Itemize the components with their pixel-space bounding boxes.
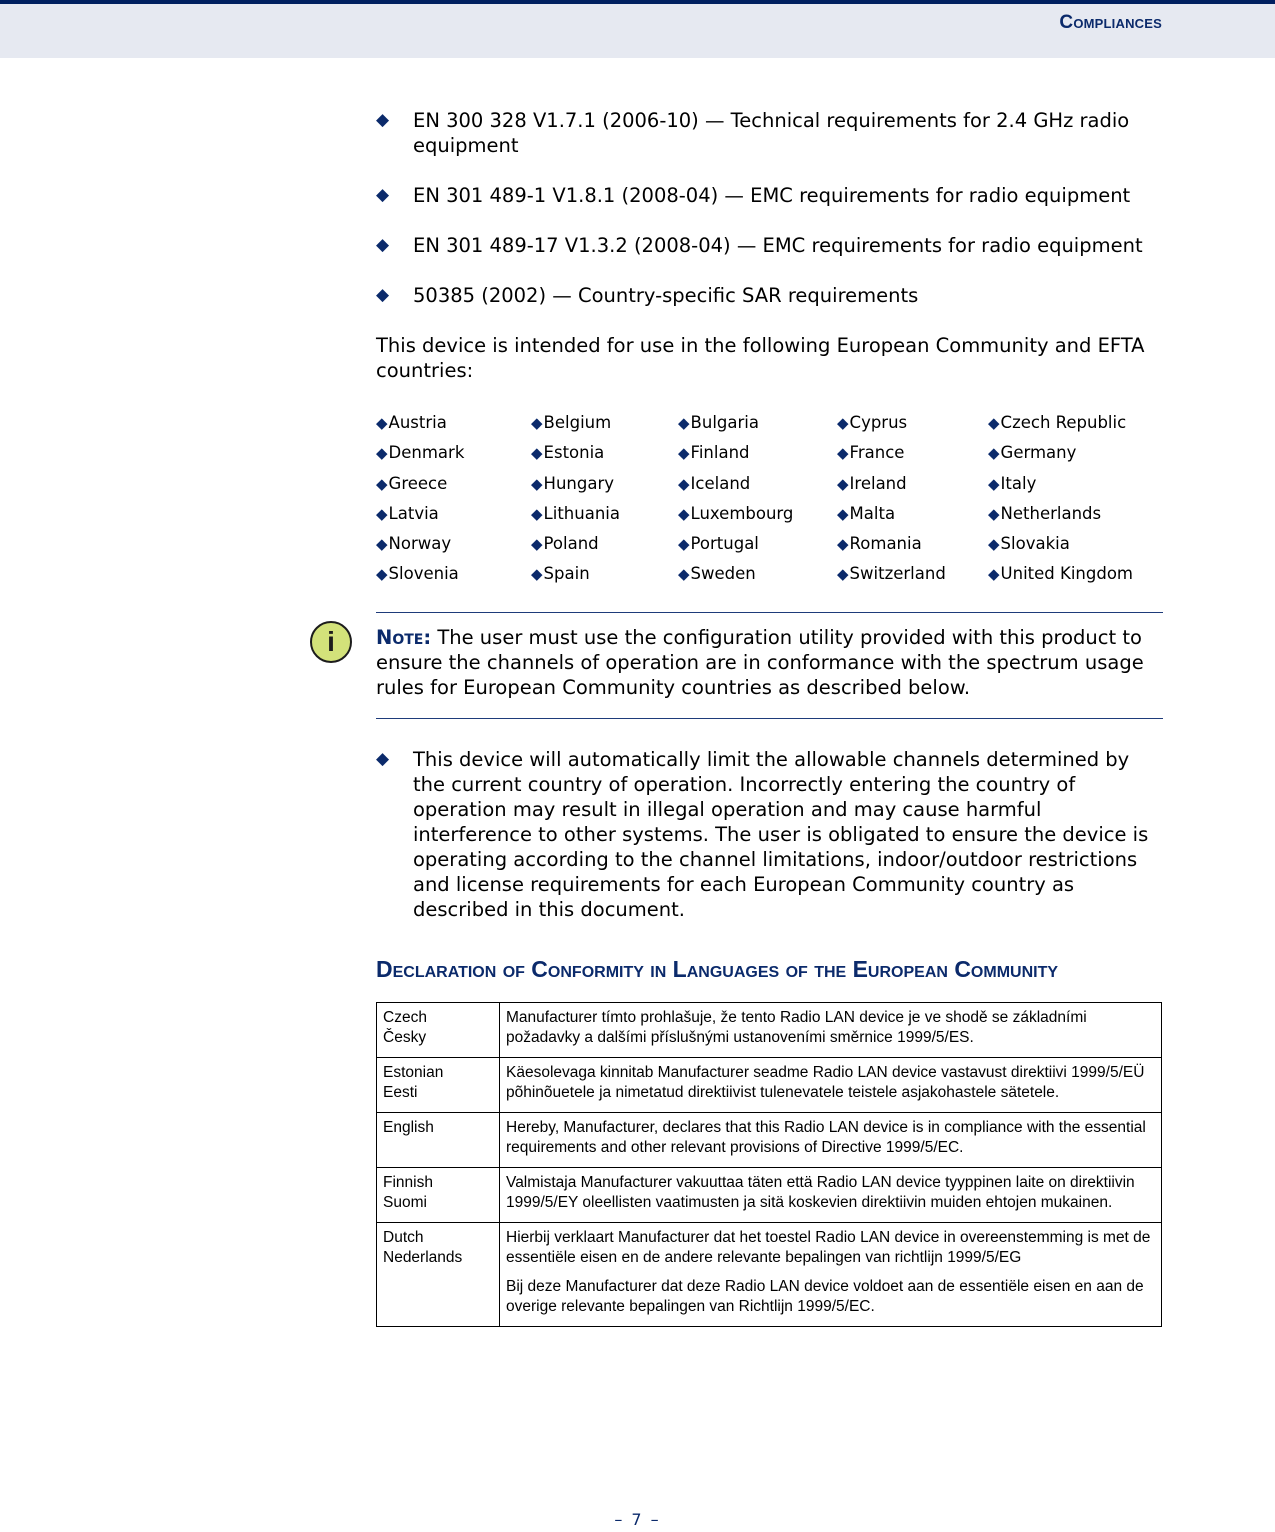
country-item: ◆Latvia xyxy=(376,503,439,523)
diamond-bullet-icon: ◆ xyxy=(988,535,1000,554)
table-row: Estonian Eesti Käesolevaga kinnitab Manufa… xyxy=(376,1056,1162,1113)
country-item: ◆France xyxy=(837,443,905,463)
table-row: English Hereby, Manufacturer, declares th… xyxy=(376,1111,1162,1168)
standards-list: ◆ EN 300 328 V1.7.1 (2006-10) — Technical… xyxy=(376,108,1163,308)
diamond-bullet-icon: ◆ xyxy=(376,474,388,493)
diamond-bullet-icon: ◆ xyxy=(837,535,849,554)
note-label: Note: xyxy=(376,625,432,649)
country-item: ◆Bulgaria xyxy=(678,413,759,432)
diamond-bullet-icon: ◆ xyxy=(678,504,690,523)
country-item: ◆Belgium xyxy=(531,413,612,432)
info-icon: i xyxy=(310,620,352,663)
country-item: ◆Slovenia xyxy=(376,564,459,584)
diamond-bullet-icon: ◆ xyxy=(531,414,543,432)
diamond-bullet-icon: ◆ xyxy=(837,565,849,584)
diamond-bullet-icon: ◆ xyxy=(376,110,390,130)
standard-item: ◆ EN 301 489-17 V1.3.2 (2008-04) — EMC re… xyxy=(376,234,1143,257)
country-item: ◆Finland xyxy=(678,443,750,463)
diamond-bullet-icon: ◆ xyxy=(678,444,690,463)
country-item: ◆Poland xyxy=(531,534,599,554)
declaration-text-cell: Käesolevaga kinnitab Manufacturer seadme… xyxy=(499,1056,1162,1113)
country-item: ◆Hungary xyxy=(531,473,615,493)
country-item: ◆Netherlands xyxy=(988,503,1102,523)
diamond-bullet-icon: ◆ xyxy=(988,414,1000,432)
section-heading: Declaration of Conformity in Languages o… xyxy=(376,955,1059,982)
language-cell: Dutch Nederlands xyxy=(376,1221,500,1327)
diamond-bullet-icon: ◆ xyxy=(531,535,543,554)
diamond-bullet-icon: ◆ xyxy=(376,235,390,255)
table-row: Czech Česky Manufacturer tímto prohlašuje,… xyxy=(376,1001,1162,1058)
country-item: ◆Norway xyxy=(376,534,452,554)
diamond-bullet-icon: ◆ xyxy=(837,444,849,463)
diamond-bullet-icon: ◆ xyxy=(988,504,1000,523)
diamond-bullet-icon: ◆ xyxy=(376,535,388,554)
country-item: ◆Iceland xyxy=(678,473,751,493)
table-row: Finnish Suomi Valmistaja Manufacturer vaku… xyxy=(376,1166,1162,1223)
country-item: ◆Slovakia xyxy=(988,534,1070,554)
standard-item: ◆ 50385 (2002) — Country-specific SAR req… xyxy=(376,284,919,307)
diamond-bullet-icon: ◆ xyxy=(837,504,849,523)
diamond-bullet-icon: ◆ xyxy=(837,414,849,432)
standard-item: ◆ EN 301 489-1 V1.8.1 (2008-04) — EMC req… xyxy=(376,184,1131,207)
chapter-title: Compliances xyxy=(1059,12,1162,33)
country-item: ◆Italy xyxy=(988,473,1037,493)
channel-limit-item: ◆ This device will automatically limit th… xyxy=(376,747,1149,921)
country-item: ◆Czech Republic xyxy=(988,413,1127,432)
diamond-bullet-icon: ◆ xyxy=(678,414,690,432)
country-grid: ◆Austria ◆Belgium ◆Bulgaria ◆Cyprus ◆Czech R… xyxy=(376,408,1163,590)
country-item: ◆Ireland xyxy=(837,473,907,493)
country-item: ◆Denmark xyxy=(376,443,465,463)
diamond-bullet-icon: ◆ xyxy=(531,474,543,493)
language-cell: Estonian Eesti xyxy=(376,1056,500,1113)
diamond-bullet-icon: ◆ xyxy=(376,504,388,523)
declaration-text-cell: Valmistaja Manufacturer vakuuttaa täten … xyxy=(499,1166,1162,1223)
country-item: ◆United Kingdom xyxy=(988,564,1133,584)
diamond-bullet-icon: ◆ xyxy=(376,444,388,463)
country-item: ◆Cyprus xyxy=(837,413,908,432)
page-header: Compliances xyxy=(0,4,1275,58)
diamond-bullet-icon: ◆ xyxy=(376,285,390,305)
declaration-text-cell: Hierbij verklaart Manufacturer dat het t… xyxy=(499,1221,1162,1327)
country-item: ◆Greece xyxy=(376,473,448,493)
country-item: ◆Luxembourg xyxy=(678,503,794,523)
country-item: ◆Germany xyxy=(988,443,1077,463)
country-item: ◆Estonia xyxy=(531,443,605,463)
country-item: ◆Portugal xyxy=(678,534,759,554)
intro-paragraph: This device is intended for use in the f… xyxy=(376,334,1145,382)
language-cell: Finnish Suomi xyxy=(376,1166,500,1223)
diamond-bullet-icon: ◆ xyxy=(837,474,849,493)
standard-item: ◆ EN 300 328 V1.7.1 (2006-10) — Technical… xyxy=(376,109,1130,157)
diamond-bullet-icon: ◆ xyxy=(376,185,390,205)
diamond-bullet-icon: ◆ xyxy=(531,444,543,463)
country-item: ◆Lithuania xyxy=(531,503,620,523)
diamond-bullet-icon: ◆ xyxy=(678,535,690,554)
diamond-bullet-icon: ◆ xyxy=(376,414,388,432)
diamond-bullet-icon: ◆ xyxy=(531,504,543,523)
diamond-bullet-icon: ◆ xyxy=(988,565,1000,584)
country-item: ◆Austria xyxy=(376,413,447,432)
country-item: ◆Sweden xyxy=(678,564,756,584)
diamond-bullet-icon: ◆ xyxy=(988,474,1000,493)
country-item: ◆Switzerland xyxy=(837,564,946,584)
diamond-bullet-icon: ◆ xyxy=(376,748,390,769)
diamond-bullet-icon: ◆ xyxy=(678,565,690,584)
declaration-table: Czech Česky Manufacturer tímto prohlašuje,… xyxy=(376,1001,1162,1327)
diamond-bullet-icon: ◆ xyxy=(376,565,388,584)
language-cell: Czech Česky xyxy=(376,1001,500,1058)
diamond-bullet-icon: ◆ xyxy=(678,474,690,493)
note-box: i Note: The user must use the configurat… xyxy=(310,611,1163,719)
diamond-bullet-icon: ◆ xyxy=(988,444,1000,463)
country-item: ◆Spain xyxy=(531,564,590,584)
table-row: Dutch Nederlands Hierbij verklaart Manufac… xyxy=(376,1221,1162,1327)
declaration-text-cell: Manufacturer tímto prohlašuje, že tento … xyxy=(499,1001,1162,1058)
page-content: ◆ EN 300 328 V1.7.1 (2006-10) — Technical… xyxy=(310,108,1163,1327)
country-item: ◆Romania xyxy=(837,534,922,554)
language-cell: English xyxy=(376,1111,500,1168)
page-number: – 7 – xyxy=(614,1510,661,1529)
country-item: ◆Malta xyxy=(837,503,896,523)
diamond-bullet-icon: ◆ xyxy=(531,565,543,584)
note-text: The user must use the configuration util… xyxy=(376,625,1144,699)
declaration-text-cell: Hereby, Manufacturer, declares that this… xyxy=(499,1111,1162,1168)
